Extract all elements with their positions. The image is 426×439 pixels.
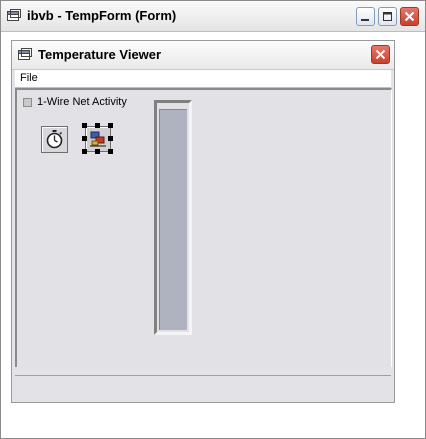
- form-close-button[interactable]: [371, 45, 390, 64]
- ibutton-network-icon: [90, 131, 106, 147]
- selection-handle[interactable]: [108, 149, 113, 154]
- net-activity-label: 1-Wire Net Activity: [37, 96, 127, 108]
- temperature-gauge-fill: [159, 108, 187, 330]
- selection-handle[interactable]: [82, 149, 87, 154]
- menu-bar: File: [15, 70, 391, 88]
- minimize-button[interactable]: [356, 7, 375, 26]
- close-icon: [404, 11, 415, 22]
- form-window-icon: [7, 9, 21, 27]
- form-window-icon: [18, 48, 32, 66]
- close-button[interactable]: [400, 7, 419, 26]
- selection-handle[interactable]: [82, 123, 87, 128]
- close-icon: [375, 49, 386, 60]
- menu-file[interactable]: File: [20, 72, 38, 84]
- selection-handle[interactable]: [95, 123, 100, 128]
- status-bar: [15, 375, 391, 397]
- form-design-surface[interactable]: 1-Wire Net Activity: [15, 88, 392, 367]
- form-title-bar[interactable]: Temperature Viewer: [12, 41, 394, 70]
- maximize-button[interactable]: [378, 7, 397, 26]
- designer-title-bar[interactable]: ibvb - TempForm (Form): [1, 1, 425, 32]
- temperature-viewer-form[interactable]: Temperature Viewer File 1-Wire Net Activ…: [11, 40, 395, 403]
- stopwatch-icon: [46, 130, 63, 149]
- net-activity-checkbox[interactable]: [23, 98, 32, 107]
- selection-handle[interactable]: [108, 123, 113, 128]
- maximize-icon: [383, 12, 392, 21]
- selection-handle[interactable]: [82, 136, 87, 141]
- designer-title: ibvb - TempForm (Form): [27, 8, 177, 23]
- minimize-icon: [361, 19, 369, 21]
- temperature-gauge[interactable]: [154, 100, 192, 335]
- selection-handle[interactable]: [108, 136, 113, 141]
- timer-control[interactable]: [41, 126, 68, 153]
- selection-handle[interactable]: [95, 149, 100, 154]
- form-title: Temperature Viewer: [38, 47, 162, 62]
- designer-window: ibvb - TempForm (Form) Temperature Viewe…: [0, 0, 426, 439]
